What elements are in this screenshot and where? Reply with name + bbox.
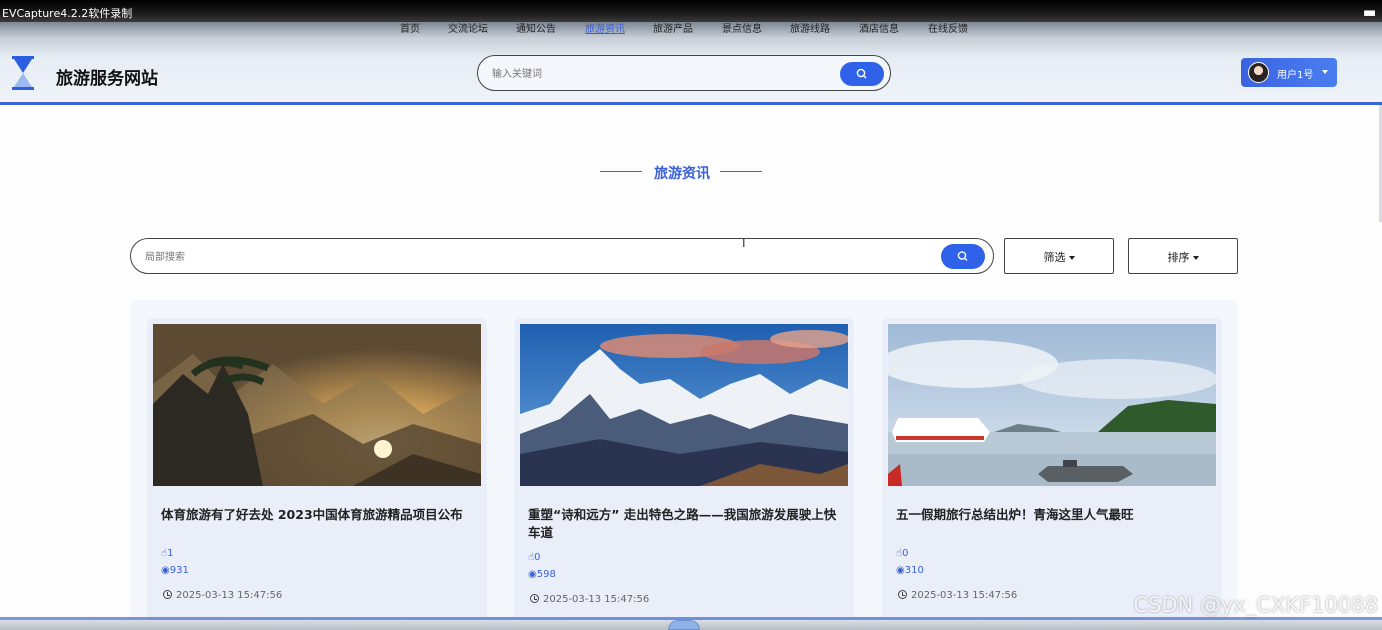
publish-date: 2025-03-13 15:47:56: [163, 590, 282, 601]
like-count[interactable]: ☝1: [161, 548, 173, 559]
user-name: 用户1号: [1277, 70, 1314, 81]
eye-icon: ◉: [528, 569, 537, 580]
grip-icon[interactable]: ▪▪: [1363, 6, 1376, 19]
sort-button[interactable]: 排序: [1128, 238, 1238, 274]
hourglass-logo-icon: [12, 56, 34, 90]
user-menu-button[interactable]: 用户1号: [1241, 58, 1337, 87]
like-count[interactable]: ☝0: [528, 552, 540, 563]
heading-line-left: [600, 171, 642, 172]
news-card[interactable]: 五一假期旅行总结出炉！青海这里人气最旺 ☝0 ◉310 2025-03-13 1…: [882, 318, 1222, 630]
recorder-control-button[interactable]: [668, 620, 700, 630]
nav-item-news[interactable]: 旅游资讯: [585, 20, 625, 35]
local-search-input[interactable]: [145, 248, 925, 266]
nav-item-home[interactable]: 首页: [400, 20, 420, 35]
view-count: ◉310: [896, 565, 924, 576]
news-card[interactable]: 重塑“诗和远方” 走出特色之路——我国旅游发展驶上快车道 ☝0 ◉598 202…: [514, 318, 854, 630]
search-icon: [957, 251, 968, 261]
text-cursor-icon: I: [742, 236, 746, 250]
nav-item-notice[interactable]: 通知公告: [516, 20, 556, 35]
top-nav: 首页 交流论坛 通知公告 旅游资讯 旅游产品 景点信息 旅游线路 酒店信息 在线…: [0, 22, 1382, 44]
heading-line-right: [720, 171, 762, 172]
avatar: [1248, 62, 1269, 83]
recorder-bar: EVCapture4.2.2软件录制 ▪▪: [0, 0, 1382, 22]
filter-label: 筛选: [1005, 249, 1113, 265]
local-search-box: [130, 238, 994, 274]
nav-item-attractions[interactable]: 景点信息: [722, 20, 762, 35]
recorder-title: EVCapture4.2.2软件录制: [2, 7, 133, 20]
news-title[interactable]: 体育旅游有了好去处 2023中国体育旅游精品项目公布: [161, 506, 473, 524]
top-search-button[interactable]: [840, 62, 884, 86]
header-divider: [0, 102, 1382, 105]
top-search-box: [477, 55, 891, 91]
nav-item-products[interactable]: 旅游产品: [653, 20, 693, 35]
news-image-mountains[interactable]: [153, 324, 481, 486]
news-image-snow-peaks[interactable]: [520, 324, 848, 486]
news-image-lake-ferry[interactable]: [888, 324, 1216, 486]
nav-item-forum[interactable]: 交流论坛: [448, 20, 488, 35]
sort-label: 排序: [1129, 249, 1237, 265]
eye-icon: ◉: [161, 565, 170, 576]
nav-item-routes[interactable]: 旅游线路: [790, 20, 830, 35]
clock-icon: [530, 594, 539, 603]
view-count: ◉598: [528, 569, 556, 580]
screen: EVCapture4.2.2软件录制 ▪▪ 首页 交流论坛 通知公告 旅游资讯 …: [0, 0, 1382, 630]
local-search-button[interactable]: [941, 244, 985, 269]
news-title[interactable]: 重塑“诗和远方” 走出特色之路——我国旅游发展驶上快车道: [528, 506, 840, 542]
filter-button[interactable]: 筛选: [1004, 238, 1114, 274]
like-count[interactable]: ☝0: [896, 548, 908, 559]
publish-date: 2025-03-13 15:47:56: [898, 590, 1017, 601]
news-card[interactable]: 体育旅游有了好去处 2023中国体育旅游精品项目公布 ☝1 ◉931 2025-…: [147, 318, 487, 630]
clock-icon: [163, 590, 172, 599]
nav-item-feedback[interactable]: 在线反馈: [928, 20, 968, 35]
caret-down-icon: [1322, 70, 1328, 74]
view-count: ◉931: [161, 565, 189, 576]
clock-icon: [898, 590, 907, 599]
site-title: 旅游服务网站: [56, 69, 158, 89]
section-title: 旅游资讯: [654, 166, 710, 182]
news-title[interactable]: 五一假期旅行总结出炉！青海这里人气最旺: [896, 506, 1208, 524]
top-search-input[interactable]: [492, 65, 822, 83]
eye-icon: ◉: [896, 565, 905, 576]
nav-item-hotels[interactable]: 酒店信息: [859, 20, 899, 35]
publish-date: 2025-03-13 15:47:56: [530, 594, 649, 605]
watermark: CSDN @yx_CXKF10088: [1133, 593, 1378, 617]
search-icon: [856, 68, 867, 79]
site-header: 首页 交流论坛 通知公告 旅游资讯 旅游产品 景点信息 旅游线路 酒店信息 在线…: [0, 22, 1382, 102]
section-heading: 旅游资讯: [600, 162, 764, 182]
